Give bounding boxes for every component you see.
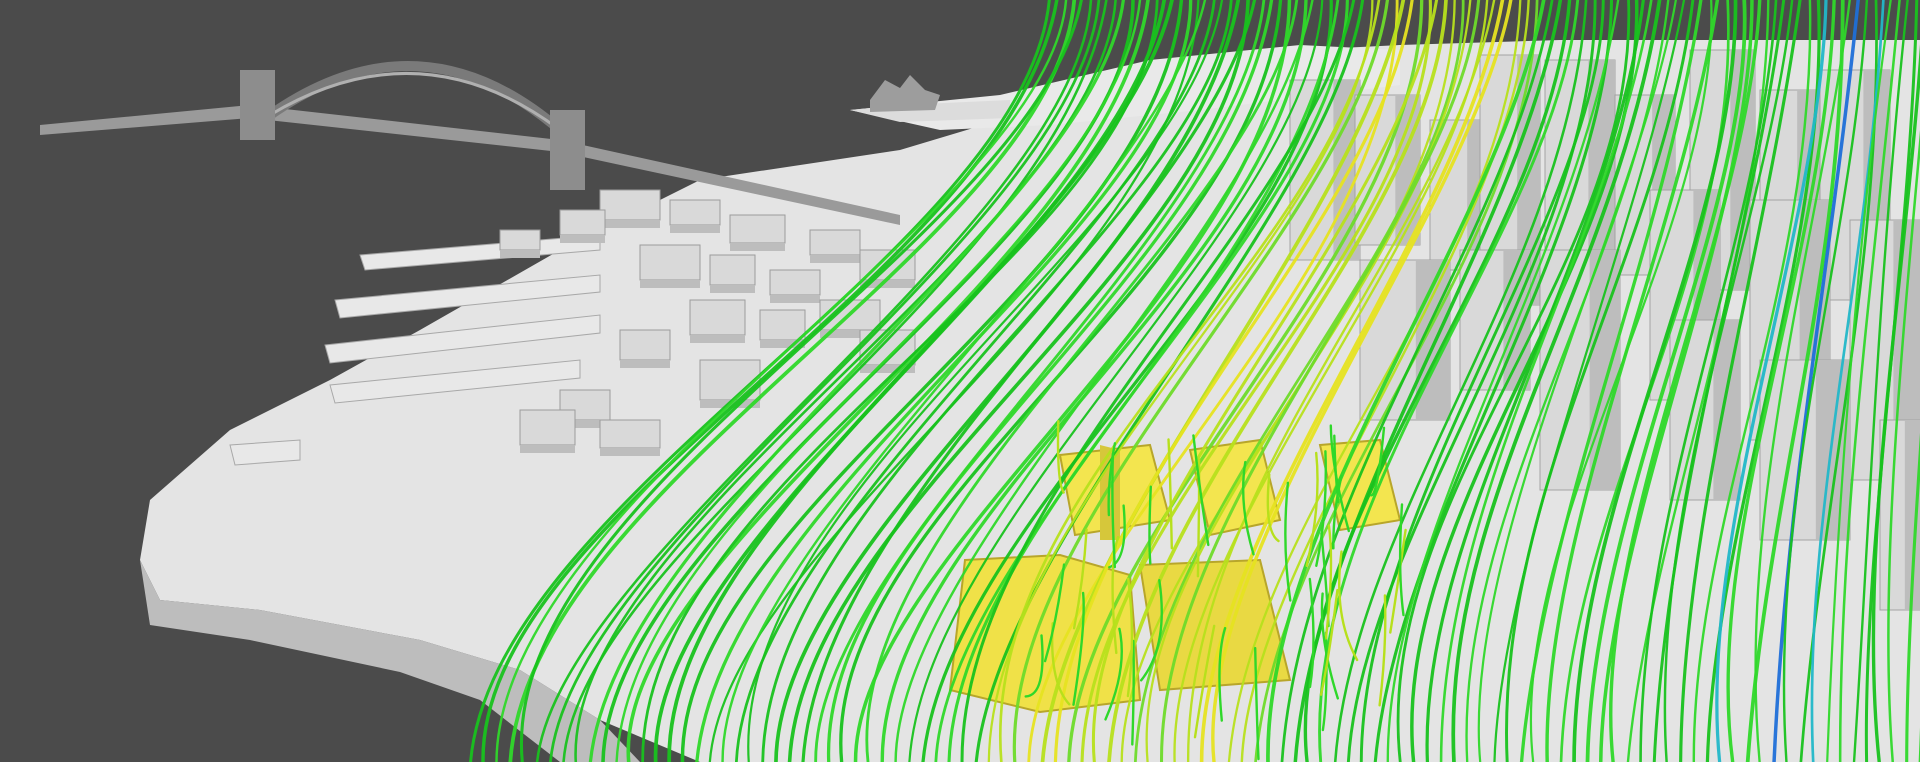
low-rise-block: [759, 309, 806, 348]
low-rise-block: [769, 269, 821, 303]
city-wind-flow-render: [0, 0, 1920, 762]
low-rise-block: [809, 229, 861, 263]
low-rise-block: [599, 419, 661, 456]
render-viewport: [0, 0, 1920, 762]
low-rise-block: [689, 299, 746, 343]
low-rise-block: [559, 209, 606, 243]
low-rise-block: [729, 214, 786, 251]
low-rise-block: [709, 254, 756, 293]
tower-block: [1879, 419, 1920, 611]
low-rise-block: [519, 409, 576, 453]
low-rise-block: [619, 329, 671, 368]
low-rise-block: [639, 244, 701, 288]
streamline-curl: [1148, 485, 1152, 565]
low-rise-block: [599, 189, 661, 228]
low-rise-block: [499, 229, 541, 258]
low-rise-block: [669, 199, 721, 233]
